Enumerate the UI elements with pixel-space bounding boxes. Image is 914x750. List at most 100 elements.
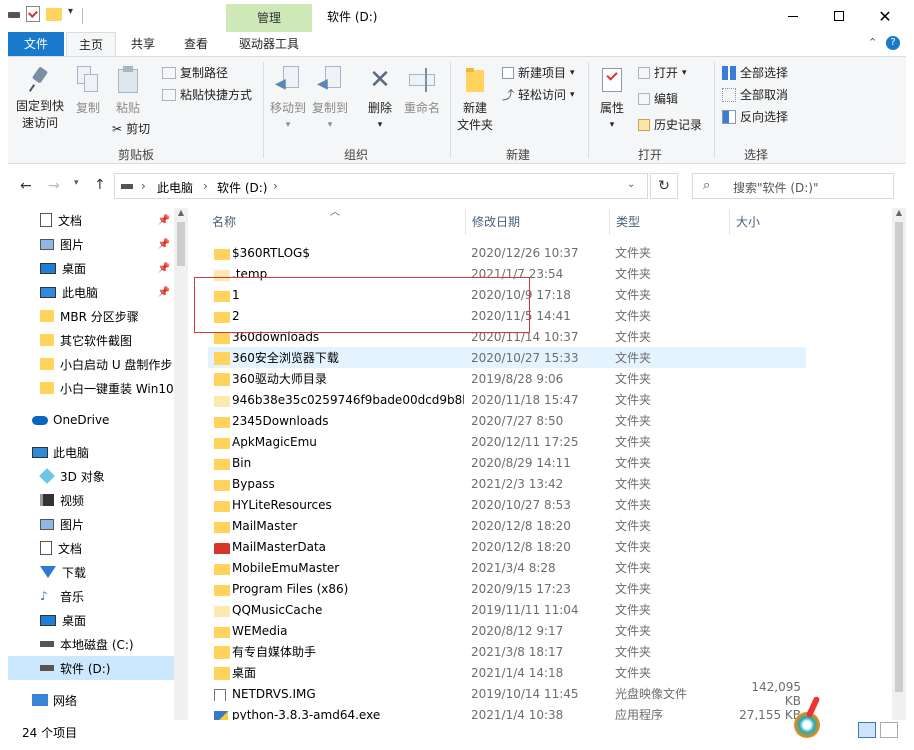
file-row[interactable]: $360RTLOG$ 2020/12/26 10:37 文件夹 <box>208 242 806 263</box>
tab-share[interactable]: 共享 <box>120 32 166 56</box>
nav-network[interactable]: 网络 <box>8 688 174 712</box>
rename-button[interactable]: 重命名 <box>402 66 442 117</box>
file-row[interactable]: 2345Downloads 2020/7/27 8:50 文件夹 <box>208 410 806 431</box>
file-row[interactable]: 360安全浏览器下载 2020/10/27 15:33 文件夹 <box>208 347 806 368</box>
large-icons-view-icon[interactable] <box>880 722 898 738</box>
move-to-button[interactable]: ◀ 移动到 ▾ <box>268 66 308 134</box>
nav-item-4[interactable]: MBR 分区步骤 <box>8 304 174 328</box>
collapse-ribbon-icon[interactable]: ⌃ <box>868 36 877 49</box>
forward-arrow-icon[interactable]: → <box>48 178 60 194</box>
nav-onedrive[interactable]: OneDrive <box>8 408 174 432</box>
tab-drive-tools[interactable]: 驱动器工具 <box>226 32 312 56</box>
column-separator[interactable] <box>729 209 730 235</box>
nav-item-1[interactable]: 图片 📌 <box>8 232 174 256</box>
recent-locations-icon[interactable]: ▾ <box>74 178 79 188</box>
open-button[interactable]: 打开 ▾ <box>638 64 687 81</box>
easy-access-button[interactable]: ⤴ 轻松访问 ▾ <box>502 86 575 103</box>
refresh-button[interactable]: ↻ <box>650 173 678 199</box>
nav-pc-item-8[interactable]: 软件 (D:) <box>8 656 174 680</box>
nav-thispc[interactable]: 此电脑 <box>8 440 174 464</box>
cut-button[interactable]: ✂ 剪切 <box>112 120 150 137</box>
close-button[interactable]: ✕ <box>862 0 908 32</box>
column-date[interactable]: 修改日期 <box>472 213 520 233</box>
tab-file[interactable]: 文件 <box>8 32 64 56</box>
content-scrollbar[interactable]: ▲ <box>892 208 906 720</box>
file-row[interactable]: MobileEmuMaster 2021/3/4 8:28 文件夹 <box>208 557 806 578</box>
paste-button[interactable]: 粘贴 <box>112 66 144 117</box>
tab-home[interactable]: 主页 <box>66 32 116 56</box>
pin-icon[interactable]: 📌 <box>158 239 170 250</box>
edit-button[interactable]: 编辑 <box>638 90 678 107</box>
file-row[interactable]: 桌面 2021/1/4 14:18 文件夹 <box>208 662 806 683</box>
file-row[interactable]: HYLiteResources 2020/10/27 8:53 文件夹 <box>208 494 806 515</box>
nav-scrollbar[interactable]: ▲ <box>174 208 188 720</box>
chevron-down-icon[interactable]: ▾ <box>68 6 73 17</box>
file-row[interactable]: Program Files (x86) 2020/9/15 17:23 文件夹 <box>208 578 806 599</box>
maximize-button[interactable] <box>816 0 862 32</box>
file-row[interactable]: QQMusicCache 2019/11/11 11:04 文件夹 <box>208 599 806 620</box>
select-none-button[interactable]: 全部取消 <box>722 86 788 103</box>
nav-item-2[interactable]: 桌面 📌 <box>8 256 174 280</box>
file-row[interactable]: WEMedia 2020/8/12 9:17 文件夹 <box>208 620 806 641</box>
scroll-up-icon[interactable]: ▲ <box>892 208 906 222</box>
scroll-thumb[interactable] <box>177 222 185 266</box>
file-row[interactable]: 946b38e35c0259746f9bade00dcd9b8b 2020/11/… <box>208 389 806 410</box>
column-name[interactable]: 名称 <box>212 213 236 233</box>
pin-icon[interactable]: 📌 <box>158 287 170 298</box>
nav-pc-item-0[interactable]: 3D 对象 <box>8 464 174 488</box>
copy-button[interactable]: 复制 <box>72 66 104 117</box>
help-icon[interactable]: ? <box>886 36 900 50</box>
manage-tab[interactable]: 管理 <box>226 4 312 32</box>
column-size[interactable]: 大小 <box>736 213 760 233</box>
file-row[interactable]: MailMaster 2020/12/8 18:20 文件夹 <box>208 515 806 536</box>
paste-shortcut-button[interactable]: 粘贴快捷方式 <box>162 86 252 103</box>
select-all-button[interactable]: 全部选择 <box>722 64 788 81</box>
address-bar[interactable]: › 此电脑 › 软件 (D:) › ⌄ <box>114 173 648 199</box>
nav-item-5[interactable]: 其它软件截图 <box>8 328 174 352</box>
invert-selection-button[interactable]: 反向选择 <box>722 108 788 125</box>
file-row[interactable]: ApkMagicEmu 2020/12/11 17:25 文件夹 <box>208 431 806 452</box>
nav-item-7[interactable]: 小白一键重装 Win10 <box>8 376 174 400</box>
tab-view[interactable]: 查看 <box>172 32 220 56</box>
nav-pc-item-6[interactable]: 桌面 <box>8 608 174 632</box>
nav-pc-item-7[interactable]: 本地磁盘 (C:) <box>8 632 174 656</box>
file-row[interactable]: 有专自媒体助手 2021/3/8 18:17 文件夹 <box>208 641 806 662</box>
pin-icon[interactable]: 📌 <box>158 263 170 274</box>
scroll-up-icon[interactable]: ▲ <box>174 208 188 222</box>
file-row[interactable]: Bin 2020/8/29 14:11 文件夹 <box>208 452 806 473</box>
file-row[interactable]: NETDRVS.IMG 2019/10/14 11:45 光盘映像文件 142,095… <box>208 680 806 708</box>
search-box[interactable]: ⌕ 搜索"软件 (D:)" <box>692 173 894 199</box>
address-dropdown-icon[interactable]: ⌄ <box>627 179 635 190</box>
copy-to-button[interactable]: ◀ 复制到 ▾ <box>310 66 350 134</box>
breadcrumb-thispc[interactable]: 此电脑 <box>157 179 193 196</box>
breadcrumb-drive[interactable]: 软件 (D:) <box>217 179 267 196</box>
nav-pc-item-5[interactable]: ♪ 音乐 <box>8 584 174 608</box>
pin-quick-access-button[interactable]: 固定到快 速访问 <box>14 66 66 132</box>
nav-item-6[interactable]: 小白启动 U 盘制作步 <box>8 352 174 376</box>
file-row[interactable]: MailMasterData 2020/12/8 18:20 文件夹 <box>208 536 806 557</box>
scroll-thumb[interactable] <box>895 222 903 692</box>
delete-button[interactable]: ✕ 删除 ▾ <box>364 66 396 134</box>
new-folder-quick-icon[interactable] <box>46 8 62 21</box>
new-item-button[interactable]: 新建项目 ▾ <box>502 64 575 81</box>
copy-path-button[interactable]: 复制路径 <box>162 64 228 81</box>
column-type[interactable]: 类型 <box>616 213 640 233</box>
nav-pc-item-1[interactable]: 视频 <box>8 488 174 512</box>
new-folder-button[interactable]: 新建 文件夹 <box>454 66 496 134</box>
column-separator[interactable] <box>465 209 466 235</box>
properties-quick-icon[interactable] <box>26 6 40 22</box>
back-arrow-icon[interactable]: ← <box>20 178 32 194</box>
nav-pc-item-2[interactable]: 图片 <box>8 512 174 536</box>
column-separator[interactable] <box>609 209 610 235</box>
nav-item-0[interactable]: 文档 📌 <box>8 208 174 232</box>
pin-icon[interactable]: 📌 <box>158 215 170 226</box>
file-row[interactable]: Bypass 2021/2/3 13:42 文件夹 <box>208 473 806 494</box>
nav-item-3[interactable]: 此电脑 📌 <box>8 280 174 304</box>
details-view-icon[interactable] <box>858 722 876 738</box>
minimize-button[interactable] <box>770 0 816 32</box>
nav-pc-item-3[interactable]: 文档 <box>8 536 174 560</box>
nav-pc-item-4[interactable]: 下载 <box>8 560 174 584</box>
up-arrow-icon[interactable]: ↑ <box>94 177 106 193</box>
file-row[interactable]: 360驱动大师目录 2019/8/28 9:06 文件夹 <box>208 368 806 389</box>
properties-button[interactable]: 属性 ▾ <box>594 66 630 134</box>
